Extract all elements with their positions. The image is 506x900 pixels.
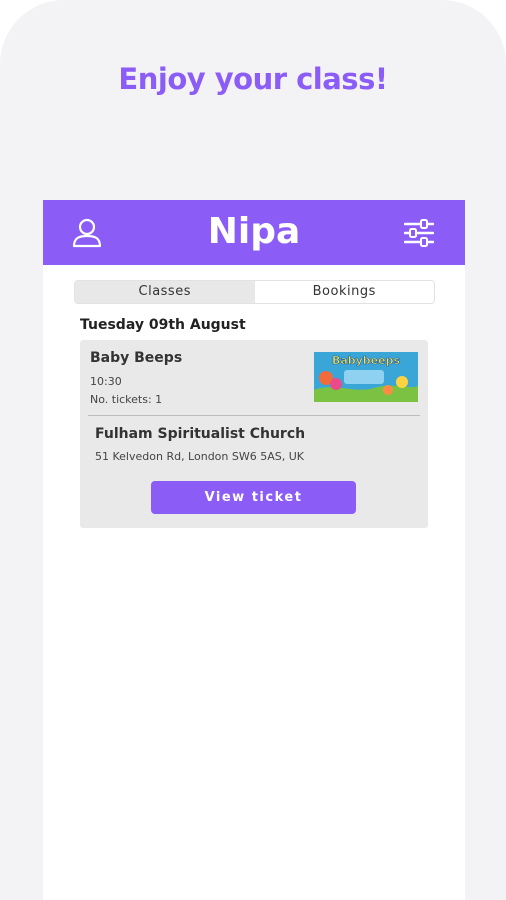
app-header: Nipa <box>43 200 465 265</box>
device-frame: Enjoy your class! Nipa Classes Bookings … <box>0 0 506 900</box>
card-divider <box>88 415 420 416</box>
booking-date: Tuesday 09th August <box>80 317 246 333</box>
thumbnail-logo-text: Babybeeps <box>332 354 401 367</box>
venue-address: 51 Kelvedon Rd, London SW6 5AS, UK <box>95 450 304 463</box>
tab-bar: Classes Bookings <box>74 280 435 304</box>
class-thumbnail-image: Babybeeps <box>314 352 418 402</box>
promo-headline: Enjoy your class! <box>118 62 388 96</box>
class-thumbnail: Babybeeps <box>314 352 418 402</box>
class-time: 10:30 <box>90 375 122 388</box>
tab-classes[interactable]: Classes <box>75 281 255 303</box>
view-ticket-button[interactable]: View ticket <box>151 481 356 514</box>
tab-bookings[interactable]: Bookings <box>255 281 435 303</box>
app-title: Nipa <box>207 211 301 252</box>
filter-sliders-icon[interactable] <box>404 219 434 247</box>
booking-card: Baby Beeps 10:30 No. tickets: 1 Babybeep… <box>80 340 428 528</box>
app-screen: Nipa Classes Bookings Tuesday 09th Augus… <box>43 200 465 900</box>
ticket-count: No. tickets: 1 <box>90 393 163 406</box>
venue-name: Fulham Spiritualist Church <box>95 426 306 442</box>
class-name: Baby Beeps <box>90 350 183 366</box>
